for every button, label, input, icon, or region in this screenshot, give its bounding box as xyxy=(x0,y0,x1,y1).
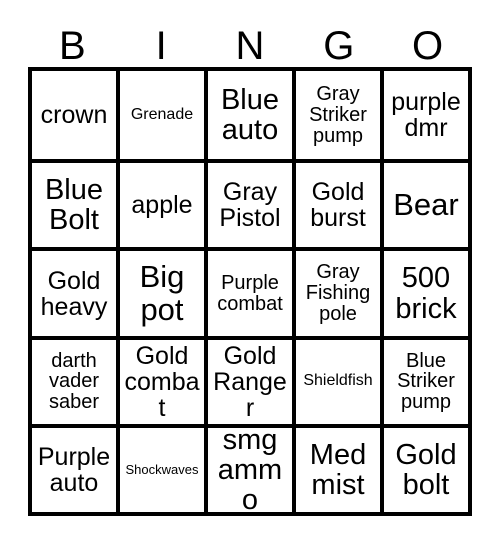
bingo-cell[interactable]: Shieldfish xyxy=(292,335,380,424)
bingo-cell-label: Blue Bolt xyxy=(44,174,104,237)
bingo-cell-label: apple xyxy=(131,191,193,220)
bingo-header-letter-b: B xyxy=(59,24,86,68)
bingo-header-letter-n: N xyxy=(235,24,265,68)
bingo-cell[interactable]: Bear xyxy=(380,159,468,248)
bingo-cell-label: smg ammo xyxy=(217,423,283,513)
bingo-cell[interactable]: Blue Bolt xyxy=(32,159,116,248)
bingo-cell[interactable]: Purple auto xyxy=(32,423,116,513)
bingo-cell-label: darth vader saber xyxy=(48,349,100,414)
bingo-cell[interactable]: Gold heavy xyxy=(32,247,116,336)
bingo-cell-label: Purple auto xyxy=(37,442,111,497)
bingo-cell[interactable]: Purple combat xyxy=(204,247,292,336)
bingo-cell[interactable]: Gray Striker pump xyxy=(292,71,380,160)
bingo-cell-label: Shieldfish xyxy=(303,372,373,390)
bingo-row: darth vader saber Gold combat Gold Range… xyxy=(32,335,468,424)
bingo-cell-label: Med mist xyxy=(309,438,367,501)
bingo-cell-label: 500 brick xyxy=(395,262,457,325)
bingo-cell-label: Grenade xyxy=(130,105,194,123)
bingo-cell-label: Gold bolt xyxy=(395,438,457,501)
bingo-cell[interactable]: Blue auto xyxy=(204,71,292,160)
bingo-cell[interactable]: purple dmr xyxy=(380,71,468,160)
bingo-row: Blue Bolt apple Gray Pistol Gold burst B… xyxy=(32,159,468,248)
bingo-cell-label: Blue auto xyxy=(220,83,280,147)
bingo-cell[interactable]: apple xyxy=(116,159,204,248)
bingo-cell[interactable]: crown xyxy=(32,71,116,160)
bingo-cell[interactable]: Blue Striker pump xyxy=(380,335,468,424)
bingo-cell[interactable]: Gray Pistol xyxy=(204,159,292,248)
bingo-header-letter-i: I xyxy=(155,24,167,68)
bingo-cell-label: purple dmr xyxy=(391,88,461,143)
bingo-cell-label: Gold heavy xyxy=(40,266,108,321)
bingo-cell[interactable]: Gold Ranger xyxy=(204,335,292,424)
bingo-row: crown Grenade Blue auto Gray Striker pum… xyxy=(32,71,468,160)
bingo-cell[interactable]: Gold combat xyxy=(116,335,204,424)
bingo-cell[interactable]: Big pot xyxy=(116,247,204,336)
bingo-cell[interactable]: Grenade xyxy=(116,71,204,160)
bingo-cell-label: Blue Striker pump xyxy=(397,349,455,414)
bingo-cell-label: Shockwaves xyxy=(125,462,199,478)
bingo-cell-label: crown xyxy=(40,101,108,130)
bingo-cell[interactable]: Med mist xyxy=(292,423,380,513)
bingo-cell[interactable]: Gold burst xyxy=(292,159,380,248)
bingo-row: Purple auto Shockwaves smg ammo Med mist… xyxy=(32,423,468,513)
bingo-cell-label: Gray Pistol xyxy=(219,178,281,233)
bingo-cell[interactable]: smg ammo xyxy=(204,423,292,513)
bingo-grid: crown Grenade Blue auto Gray Striker pum… xyxy=(28,67,472,516)
bingo-cell[interactable]: Shockwaves xyxy=(116,423,204,513)
bingo-cell-label: Gold Ranger xyxy=(213,341,287,422)
bingo-cell[interactable]: Gold bolt xyxy=(380,423,468,513)
bingo-cell[interactable]: 500 brick xyxy=(380,247,468,336)
bingo-cell-label: Big pot xyxy=(139,259,185,327)
bingo-header-letter-g: G xyxy=(323,24,355,68)
bingo-cell[interactable]: darth vader saber xyxy=(32,335,116,424)
bingo-cell[interactable]: Gray Fishing pole xyxy=(292,247,380,336)
bingo-cell-label: Gold burst xyxy=(310,178,366,233)
bingo-cell-label: Bear xyxy=(393,187,459,223)
bingo-row: Gold heavy Big pot Purple combat Gray Fi… xyxy=(32,247,468,336)
bingo-cell-label: Purple combat xyxy=(217,271,283,315)
bingo-cell-label: Gray Striker pump xyxy=(309,82,367,147)
bingo-header-row: B I N G O xyxy=(28,14,472,66)
bingo-card: B I N G O crown Grenade Blue auto Gray S… xyxy=(0,0,502,544)
bingo-cell-label: Gold combat xyxy=(124,341,200,422)
bingo-cell-label: Gray Fishing pole xyxy=(305,261,371,325)
bingo-header-letter-o: O xyxy=(412,24,444,68)
